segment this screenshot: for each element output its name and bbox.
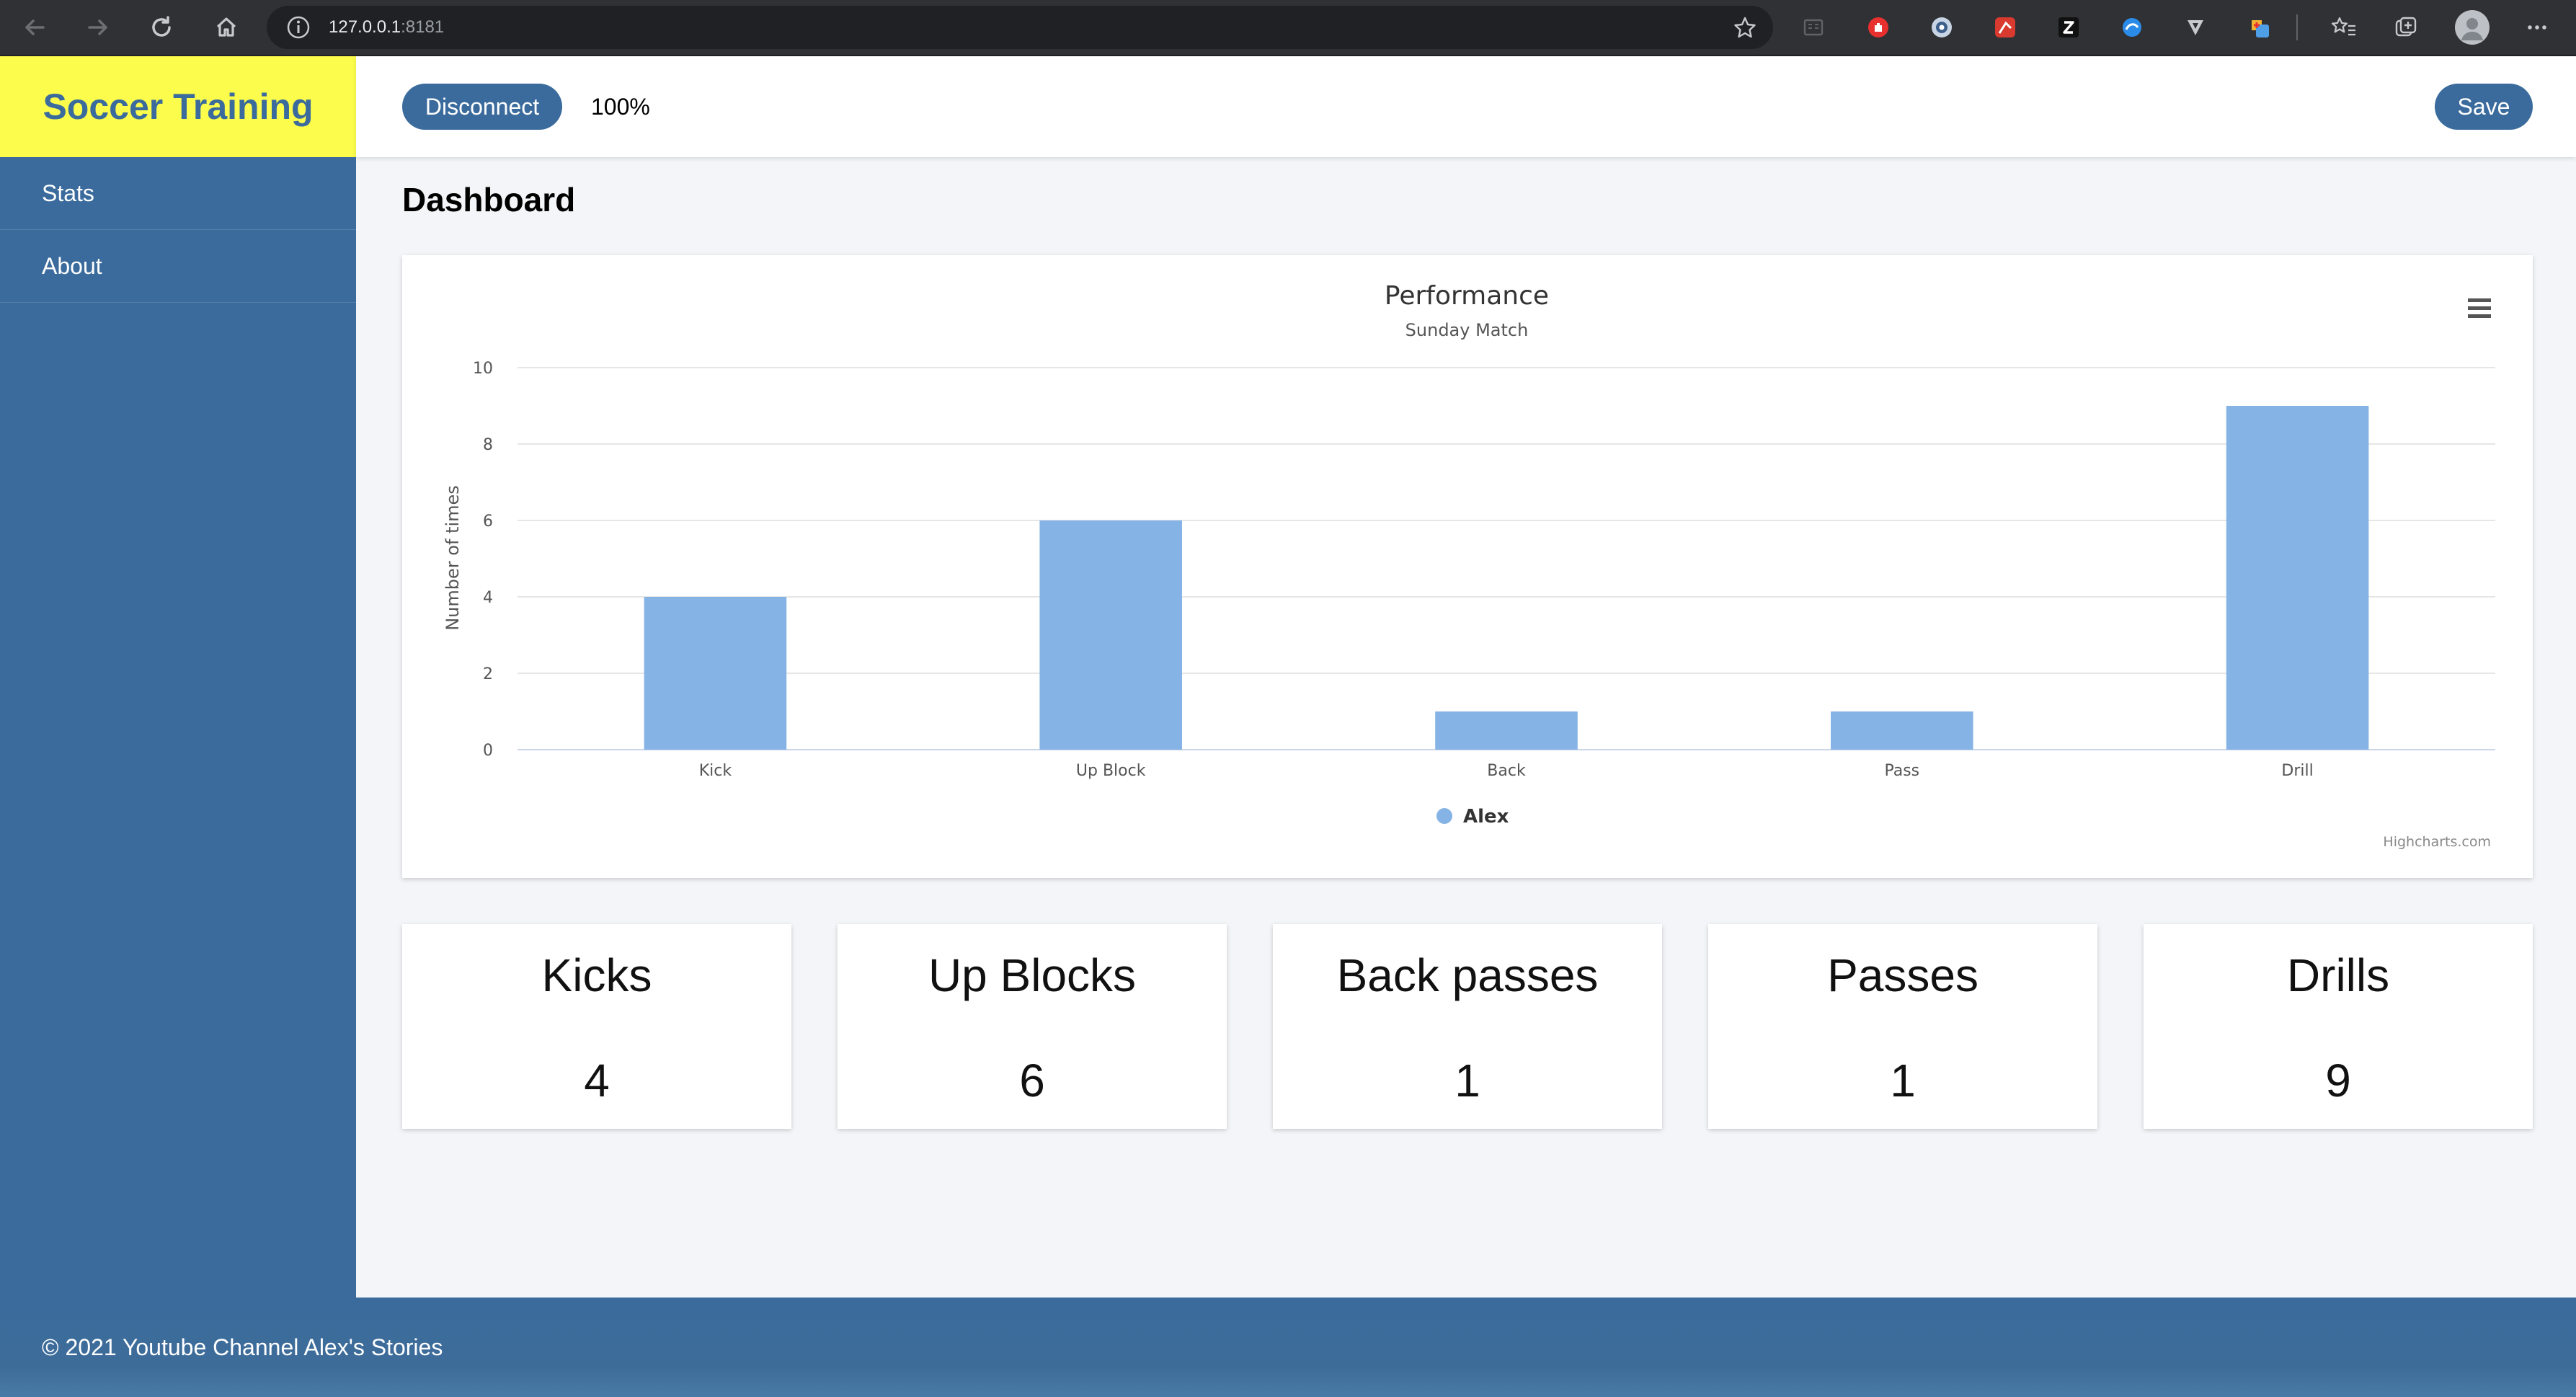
- stat-label: Kicks: [541, 949, 652, 1001]
- stat-card-back-passes: Back passes 1: [1273, 924, 1662, 1129]
- toolbar-separator: [2296, 14, 2298, 40]
- translate-extension-icon[interactable]: [2118, 13, 2146, 42]
- x-tick-label: Back: [1487, 762, 1526, 780]
- chart-menu-icon[interactable]: [2468, 298, 2491, 318]
- bookmark-star-icon[interactable]: [1731, 14, 1759, 42]
- bar-back[interactable]: [1435, 711, 1578, 750]
- bar-up-block[interactable]: [1039, 520, 1182, 750]
- footer-copyright: © 2021 Youtube Channel Alex's Stories: [42, 1334, 443, 1360]
- bar-drill[interactable]: [2226, 406, 2369, 750]
- y-tick-label: 2: [483, 665, 493, 683]
- save-button[interactable]: Save: [2435, 84, 2533, 130]
- stat-value: 1: [1454, 1055, 1480, 1106]
- stat-label: Drills: [2286, 949, 2390, 1001]
- collections-icon[interactable]: [2391, 13, 2420, 42]
- progress-text: 100%: [591, 94, 650, 120]
- stat-card-drills: Drills 9: [2144, 924, 2533, 1129]
- top-navbar: Disconnect 100% Save: [356, 56, 2576, 157]
- favorites-icon[interactable]: [2329, 13, 2358, 42]
- privacy-extension-icon[interactable]: [1927, 13, 1956, 42]
- address-bar[interactable]: 127.0.0.1:8181: [267, 6, 1773, 49]
- forward-icon[interactable]: [81, 10, 115, 45]
- chart-title: Performance: [1385, 281, 1549, 311]
- stat-value: 9: [2325, 1055, 2351, 1106]
- y-tick-label: 4: [483, 589, 493, 607]
- stat-card-kicks: Kicks 4: [402, 924, 791, 1129]
- page-title: Dashboard: [402, 181, 576, 218]
- x-tick-label: Up Block: [1076, 762, 1146, 780]
- color-extension-icon[interactable]: [2246, 13, 2275, 42]
- performance-chart: Performance Sunday Match Number of times…: [443, 281, 2495, 850]
- legend-marker-alex: [1436, 808, 1452, 824]
- more-options-icon[interactable]: [2523, 13, 2551, 42]
- legend-item-alex: Alex: [1463, 806, 1509, 828]
- stat-label: Back passes: [1336, 949, 1599, 1001]
- stat-value: 4: [584, 1055, 610, 1106]
- sidebar: Stats About: [0, 157, 356, 1298]
- sidebar-item-about[interactable]: About: [0, 230, 356, 303]
- chart-credits[interactable]: Highcharts.com: [2383, 834, 2491, 850]
- y-tick-label: 0: [483, 742, 493, 760]
- brand-logo[interactable]: Soccer Training: [0, 56, 356, 157]
- vimium-extension-icon[interactable]: [2181, 13, 2210, 42]
- picker-extension-icon[interactable]: [1991, 13, 2020, 42]
- back-icon[interactable]: [17, 10, 52, 45]
- stat-label: Up Blocks: [928, 949, 1137, 1001]
- y-tick-label: 6: [483, 513, 493, 531]
- reader-mode-icon[interactable]: [1799, 13, 1828, 42]
- chart-subtitle: Sunday Match: [1405, 320, 1529, 340]
- bar-pass[interactable]: [1831, 711, 1973, 750]
- y-tick-label: 8: [483, 436, 493, 454]
- chart-legend[interactable]: Alex: [1436, 806, 1509, 828]
- address-text: 127.0.0.1:8181: [329, 17, 445, 37]
- zotero-extension-icon[interactable]: [2054, 13, 2083, 42]
- sidebar-item-stats[interactable]: Stats: [0, 157, 356, 230]
- performance-chart-card: Performance Sunday Match Number of times…: [402, 255, 2533, 878]
- brand-title: Soccer Training: [43, 87, 314, 127]
- profile-avatar-icon[interactable]: [2455, 10, 2490, 45]
- stat-value: 6: [1019, 1055, 1045, 1106]
- stat-card-up-blocks: Up Blocks 6: [838, 924, 1227, 1129]
- adblock-extension-icon[interactable]: [1864, 13, 1893, 42]
- y-tick-label: 10: [473, 360, 493, 378]
- reload-icon[interactable]: [144, 10, 179, 45]
- bar-kick[interactable]: [644, 597, 787, 750]
- site-info-icon[interactable]: [285, 14, 311, 40]
- disconnect-button[interactable]: Disconnect: [402, 84, 562, 130]
- x-tick-label: Pass: [1884, 762, 1919, 780]
- footer: © 2021 Youtube Channel Alex's Stories: [0, 1298, 2576, 1397]
- home-icon[interactable]: [209, 10, 244, 45]
- x-tick-label: Kick: [699, 762, 732, 780]
- stat-label: Passes: [1827, 949, 1978, 1001]
- y-axis-label: Number of times: [443, 485, 463, 631]
- x-tick-label: Drill: [2281, 762, 2313, 780]
- stat-card-passes: Passes 1: [1708, 924, 2097, 1129]
- browser-toolbar: 127.0.0.1:8181: [0, 0, 2576, 56]
- stat-value: 1: [1890, 1055, 1916, 1106]
